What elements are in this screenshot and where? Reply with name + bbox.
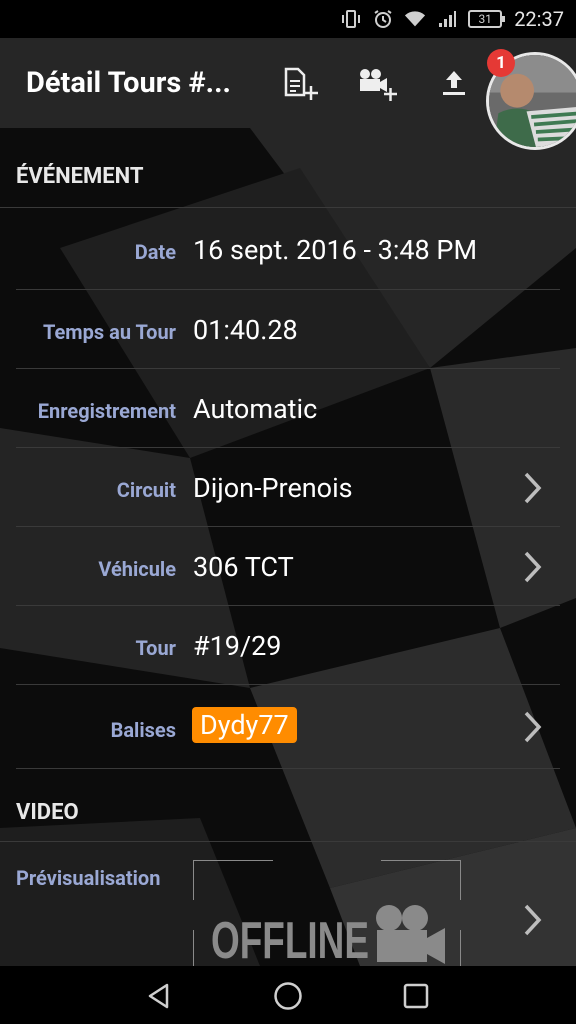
- circuit-value: Dijon-Prenois: [193, 472, 353, 504]
- row-date: Date 16 sept. 2016 - 3:48 PM: [0, 210, 576, 290]
- upload-icon: [443, 71, 465, 95]
- date-label: Date: [134, 240, 176, 264]
- wifi-icon: [404, 8, 426, 30]
- add-video-icon: [360, 69, 397, 101]
- recording-label: Enregistrement: [37, 399, 176, 423]
- upload-button[interactable]: [432, 64, 476, 104]
- home-icon: [274, 982, 302, 1010]
- offline-text: OFFLINE: [211, 912, 369, 970]
- system-nav-bar: [0, 966, 576, 1024]
- row-lap-time: Temps au Tour 01:40.28: [0, 290, 576, 369]
- preview-label: Prévisualisation: [16, 866, 161, 890]
- recording-value: Automatic: [193, 393, 318, 425]
- status-bar: 31 22:37: [0, 0, 576, 38]
- row-lap: Tour #19/29: [0, 606, 576, 685]
- row-vehicle[interactable]: Véhicule 306 TCT: [0, 527, 576, 606]
- tag-chip[interactable]: Dydy77: [192, 707, 297, 743]
- back-button[interactable]: [143, 980, 175, 1012]
- lap-time-label: Temps au Tour: [43, 320, 176, 344]
- chevron-right-icon: [518, 900, 548, 940]
- circuit-label: Circuit: [116, 478, 176, 502]
- chevron-right-icon: [518, 707, 548, 747]
- add-document-button[interactable]: [278, 64, 322, 104]
- tags-label: Balises: [110, 718, 176, 742]
- lap-details: ÉVÉNEMENT Date 16 sept. 2016 - 3:48 PM T…: [0, 128, 576, 970]
- alarm-icon: [372, 8, 394, 30]
- signal-icon: [436, 8, 458, 30]
- lap-time-value: 01:40.28: [193, 314, 298, 346]
- page-title: Détail Tours #...: [26, 66, 231, 100]
- date-value: 16 sept. 2016 - 3:48 PM: [193, 234, 478, 266]
- video-camera-icon: [376, 905, 445, 964]
- chevron-right-icon: [518, 547, 548, 587]
- lap-value: #19/29: [193, 630, 282, 662]
- add-video-button[interactable]: [355, 64, 399, 104]
- vibrate-icon: [340, 8, 362, 30]
- battery-icon: 31: [468, 10, 506, 28]
- add-document-icon: [284, 67, 318, 100]
- lap-label: Tour: [135, 636, 176, 660]
- row-tags[interactable]: Balises Dydy77: [0, 685, 576, 769]
- home-button[interactable]: [272, 980, 304, 1012]
- recents-button[interactable]: [400, 980, 432, 1012]
- row-preview[interactable]: Prévisualisation OFFLINE: [0, 842, 576, 970]
- vehicle-label: Véhicule: [98, 557, 176, 581]
- vehicle-value: 306 TCT: [193, 551, 294, 583]
- recents-icon: [403, 983, 429, 1009]
- notification-badge: 1: [487, 49, 515, 77]
- video-section-header: VIDEO: [0, 784, 576, 842]
- clock: 22:37: [514, 7, 564, 31]
- row-circuit[interactable]: Circuit Dijon-Prenois: [0, 448, 576, 527]
- video-preview[interactable]: OFFLINE: [192, 859, 462, 970]
- row-recording: Enregistrement Automatic: [0, 369, 576, 448]
- back-icon: [148, 983, 169, 1009]
- chevron-right-icon: [518, 468, 548, 508]
- event-section-header: ÉVÉNEMENT: [0, 146, 576, 208]
